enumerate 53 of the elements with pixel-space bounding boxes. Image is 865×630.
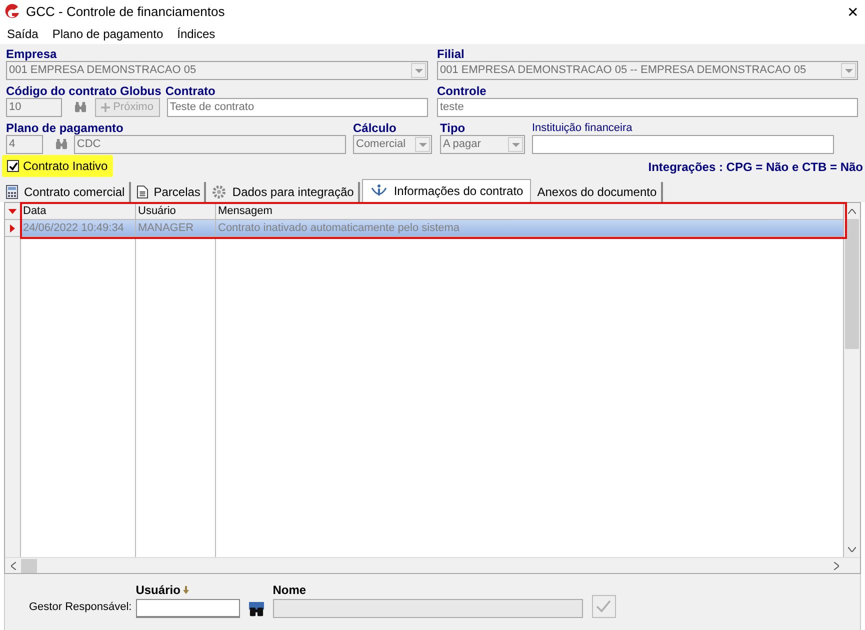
horizontal-scrollbar[interactable] bbox=[5, 557, 860, 573]
confirm-button[interactable] bbox=[592, 595, 616, 618]
table-cell: 24/06/2022 10:49:34 bbox=[21, 220, 136, 236]
field-label: Código do contrato Globus bbox=[6, 84, 162, 98]
table-cell: MANAGER bbox=[136, 220, 216, 236]
sort-arrow-icon bbox=[8, 208, 17, 214]
plan-field[interactable]: CDC bbox=[74, 135, 346, 154]
field-label: Tipo bbox=[440, 121, 466, 135]
field-label: Nome bbox=[272, 582, 308, 599]
calculator-icon bbox=[6, 185, 18, 199]
dropdown[interactable]: A pagar bbox=[440, 135, 525, 154]
field-label: Controle bbox=[437, 84, 488, 98]
menu-item[interactable]: Saída bbox=[7, 25, 38, 43]
dropdown[interactable]: 001 EMPRESA DEMONSTRACAO 05 bbox=[6, 61, 428, 80]
user-field[interactable] bbox=[136, 599, 240, 618]
checkbox[interactable] bbox=[7, 160, 19, 172]
row-pointer-icon bbox=[10, 224, 15, 232]
control-field[interactable]: teste bbox=[437, 98, 858, 117]
binoculars-icon[interactable] bbox=[248, 602, 265, 617]
column-header[interactable]: Data bbox=[21, 203, 136, 219]
field-label: Cálculo bbox=[353, 121, 398, 135]
app-logo-icon bbox=[4, 4, 20, 20]
gear-icon bbox=[212, 185, 226, 199]
field-label: Empresa bbox=[6, 47, 58, 61]
close-button[interactable]: ✕ bbox=[847, 2, 859, 22]
integration-status: Integrações : CPG = Não e CTB = Não bbox=[648, 159, 863, 176]
plus-icon bbox=[101, 103, 110, 112]
window-title: GCC - Controle de financiamentos bbox=[26, 3, 225, 22]
contract-field[interactable]: Teste de contrato bbox=[166, 98, 428, 117]
dropdown[interactable]: Comercial bbox=[353, 135, 432, 154]
checkbox-label: Contrato Inativo bbox=[23, 158, 108, 175]
tab[interactable]: Informações do contrato bbox=[362, 179, 532, 202]
field-label: Usuário bbox=[136, 582, 180, 599]
name-field[interactable] bbox=[272, 599, 583, 618]
sort-arrow-icon bbox=[183, 586, 190, 594]
menu-item[interactable]: Índices bbox=[177, 25, 216, 43]
check-icon bbox=[596, 600, 612, 613]
code-field[interactable]: 4 bbox=[6, 135, 43, 154]
menu-item[interactable]: Plano de pagamento bbox=[52, 25, 164, 43]
field-label: Contrato bbox=[165, 84, 216, 98]
vertical-scrollbar[interactable] bbox=[844, 203, 860, 557]
field-label: Instituição financeira bbox=[532, 121, 634, 135]
dropdown[interactable]: 001 EMPRESA DEMONSTRACAO 05 -- EMPRESA DEMONSTRACAO 05 bbox=[437, 61, 858, 80]
institution-field[interactable] bbox=[532, 135, 834, 154]
field-label: Filial bbox=[437, 47, 466, 61]
info-icon bbox=[370, 184, 388, 198]
scroll-thumb[interactable] bbox=[21, 558, 37, 572]
field-label: Plano de pagamento bbox=[6, 121, 124, 135]
code-field[interactable]: 10 bbox=[6, 98, 62, 117]
scroll-thumb[interactable] bbox=[845, 219, 859, 349]
field-label: Gestor Responsável: bbox=[29, 600, 132, 614]
column-header[interactable]: Usuário bbox=[136, 203, 216, 219]
document-icon bbox=[136, 185, 148, 199]
